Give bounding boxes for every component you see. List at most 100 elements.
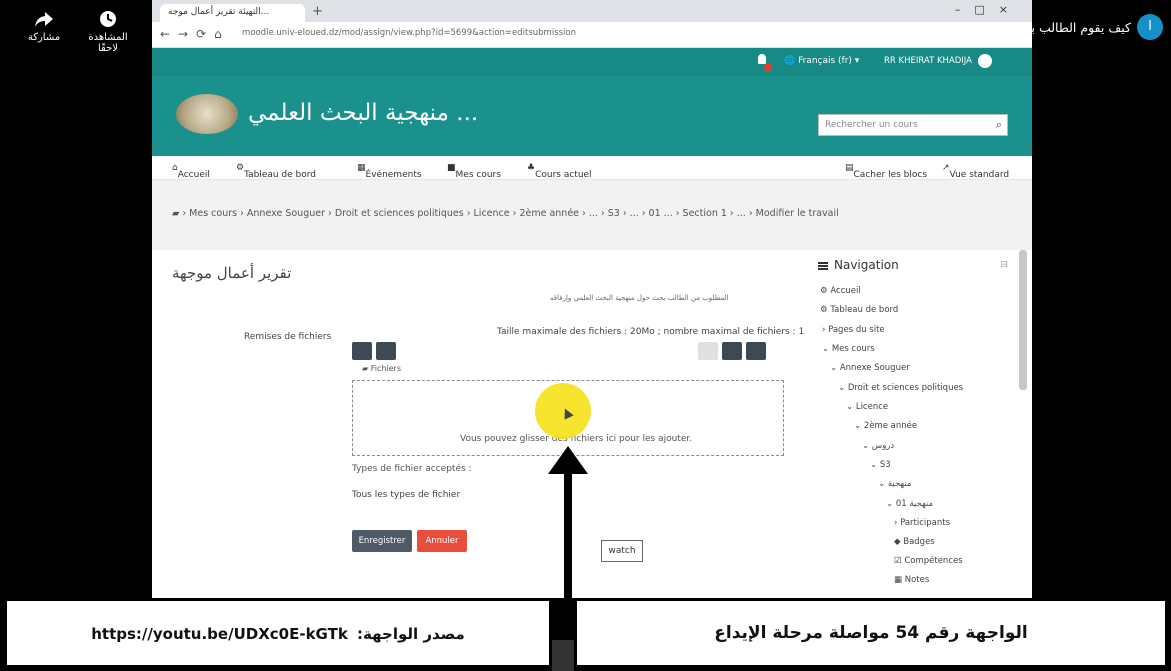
sidebar-item-badges[interactable]: ◆ Badges <box>894 537 935 547</box>
sidebar-item-label: دروس <box>871 441 895 451</box>
sidebar-item-licence[interactable]: ⌄ Licence <box>846 402 888 412</box>
grid-view-button[interactable] <box>698 342 718 360</box>
sidebar-item-s3[interactable]: ⌄ S3 <box>870 460 891 470</box>
menu-icon <box>818 262 828 264</box>
sidebar-item-grades[interactable]: ▦ Notes <box>894 575 929 585</box>
cancel-button[interactable]: Annuler <box>417 530 467 552</box>
tab-bar: التهيئة تقرير أعمال موجه... + –□× <box>152 0 1032 22</box>
clock-icon <box>100 11 116 27</box>
notification-badge <box>764 63 772 71</box>
site-title[interactable]: ... منهجية البحث العلمي <box>248 100 478 126</box>
nav-current-course-label: Cours actuel <box>535 170 592 180</box>
watch-later-label: المشاهدة لاحقًا <box>88 32 128 54</box>
user-avatar[interactable] <box>978 54 992 68</box>
breadcrumb-trail[interactable]: ▰ › Mes cours › Annexe Souguer › Droit e… <box>172 208 839 219</box>
breadcrumb-text: Mes cours › Annexe Souguer › Droit et sc… <box>189 208 839 219</box>
sidebar-item-participants[interactable]: › Participants <box>894 518 950 528</box>
standard-view-label: Vue standard <box>949 170 1010 180</box>
source-label: مصدر الواجهة: <box>357 625 465 643</box>
sidebar-item-label: منهجية 01 <box>895 499 934 509</box>
source-url[interactable]: https://youtu.be/UDXc0E-kGTk <box>91 625 348 643</box>
breadcrumb: ▰ › Mes cours › Annexe Souguer › Droit e… <box>152 180 1032 250</box>
video-frame: مشاركة المشاهدة لاحقًا ا كيف يقوم الطالب… <box>0 0 1171 671</box>
annotation-arrow-shaft <box>564 470 572 598</box>
sidebar-item-my-courses[interactable]: ⌄ Mes cours <box>822 344 875 354</box>
sidebar-item-annex[interactable]: ⌄ Annexe Souguer <box>830 363 910 373</box>
user-name[interactable]: RR KHEIRAT KHADIJA <box>884 56 972 66</box>
window-controls[interactable]: –□× <box>955 3 1022 16</box>
watch-later-button[interactable]: المشاهدة لاحقًا <box>78 10 138 54</box>
sidebar-item-lessons[interactable]: ⌄ دروس <box>862 441 894 451</box>
url-field[interactable]: moodle.univ-eloued.dz/mod/assign/view.ph… <box>242 28 962 43</box>
sidebar-item-label: Participants <box>900 518 951 528</box>
watch-label[interactable]: watch <box>601 540 643 562</box>
accepted-types-value: Tous les types de fichier <box>352 490 461 500</box>
nav-dashboard-label: Tableau de bord <box>244 170 317 180</box>
search-placeholder: Rechercher un cours <box>825 120 918 130</box>
sidebar-item-label: Pages du site <box>828 325 885 335</box>
create-folder-button[interactable] <box>376 342 396 360</box>
sidebar-item-label: Tableau de bord <box>830 305 899 315</box>
navigation-block: Navigation ⊟ ⚙ Accueil ⚙ Tableau de bord… <box>812 250 1032 598</box>
page-scrollbar[interactable] <box>1019 250 1027 390</box>
bell-icon[interactable] <box>758 54 766 64</box>
sidebar-item-label: Licence <box>855 402 889 412</box>
main-navbar: ⌂ Accueil ⚙ Tableau de bord ▦ Événements… <box>152 156 1032 180</box>
language-label: Français (fr) <box>798 56 852 66</box>
sidebar-item-label: Badges <box>903 537 935 547</box>
source-caption-box: https://youtu.be/UDXc0E-kGTk مصدر الواجه… <box>4 598 552 668</box>
accepted-types-label: Types de fichier acceptés : <box>352 464 472 474</box>
sidebar-item-methodology-01[interactable]: ⌄ منهجية 01 <box>886 499 933 509</box>
sidebar-item-label: Notes <box>904 575 930 585</box>
standard-view-button[interactable]: ↗ Vue standard <box>942 163 1009 180</box>
channel-avatar[interactable]: ا <box>1137 14 1163 40</box>
address-bar: ←→⟳⌂ moodle.univ-eloued.dz/mod/assign/vi… <box>152 22 1032 48</box>
browser-tab[interactable]: التهيئة تقرير أعمال موجه... <box>160 4 305 22</box>
share-label: مشاركة <box>27 32 61 43</box>
list-view-button[interactable] <box>722 342 742 360</box>
new-tab-icon[interactable]: + <box>312 4 323 19</box>
max-size-info: Taille maximale des fichiers : 20Mo ; no… <box>497 327 805 337</box>
progress-strip <box>552 640 574 671</box>
sidebar-item-label: Mes cours <box>831 344 875 354</box>
sidebar-item-label: منهجية <box>887 479 912 489</box>
language-menu[interactable]: 🌐 Français (fr) ▾ <box>784 56 859 66</box>
assignment-description: المطلوب من الطالب بحث حول منهجية البحث ا… <box>550 294 729 302</box>
sidebar-item-year[interactable]: ⌄ 2ème année <box>854 421 917 431</box>
collapse-icon[interactable]: ⊟ <box>1000 260 1008 270</box>
nav-events[interactable]: ▦ Événements <box>357 163 422 180</box>
sidebar-item-label: Accueil <box>830 286 861 296</box>
nav-my-courses[interactable]: ■ Mes cours <box>447 163 501 180</box>
nav-current-course[interactable]: ♣ Cours actuel <box>527 163 592 180</box>
nav-dashboard[interactable]: ⚙ Tableau de bord <box>236 163 316 180</box>
navigation-title: Navigation <box>834 258 899 272</box>
sidebar-item-law[interactable]: ⌄ Droit et sciences politiques <box>838 383 963 393</box>
sidebar-item-site-pages[interactable]: › Pages du site <box>822 325 885 335</box>
source-caption: https://youtu.be/UDXc0E-kGTk مصدر الواجه… <box>7 625 549 643</box>
tree-view-button[interactable] <box>746 342 766 360</box>
site-banner: ... منهجية البحث العلمي Rechercher un co… <box>152 76 1032 156</box>
sidebar-item-home[interactable]: ⚙ Accueil <box>820 286 861 296</box>
interface-caption-box: الواجهة رقم 54 مواصلة مرحلة الإيداع <box>574 598 1168 668</box>
moodle-topbar: 🌐 Français (fr) ▾ RR KHEIRAT KHADIJA <box>152 48 1032 76</box>
nav-arrows-icon[interactable]: ←→⟳⌂ <box>160 27 230 41</box>
nav-events-label: Événements <box>365 170 422 180</box>
sidebar-item-competencies[interactable]: ☑ Compétences <box>894 556 963 566</box>
sidebar-item-label: 2ème année <box>863 421 918 431</box>
hide-blocks-button[interactable]: ▤ Cacher les blocs <box>845 163 927 180</box>
save-button[interactable]: Enregistrer <box>352 530 412 552</box>
sidebar-item-label: S3 <box>879 460 891 470</box>
nav-home[interactable]: ⌂ Accueil <box>172 163 210 180</box>
course-search-input[interactable]: Rechercher un cours ⌕ <box>818 114 1008 136</box>
sidebar-item-label: Annexe Souguer <box>839 363 910 373</box>
sidebar-item-methodology[interactable]: ⌄ منهجية <box>878 479 911 489</box>
nav-my-courses-label: Mes cours <box>455 170 501 180</box>
browser-window: التهيئة تقرير أعمال موجه... + –□× ←→⟳⌂ m… <box>152 0 1032 598</box>
share-button[interactable]: مشاركة <box>14 10 74 43</box>
add-file-button[interactable] <box>352 342 372 360</box>
search-icon[interactable]: ⌕ <box>996 118 1002 132</box>
folder-path[interactable]: ▰ Fichiers <box>362 364 401 373</box>
page-title: تقرير أعمال موجهة <box>172 264 292 282</box>
interface-caption: الواجهة رقم 54 مواصلة مرحلة الإيداع <box>714 623 1028 643</box>
sidebar-item-dashboard[interactable]: ⚙ Tableau de bord <box>820 305 898 315</box>
